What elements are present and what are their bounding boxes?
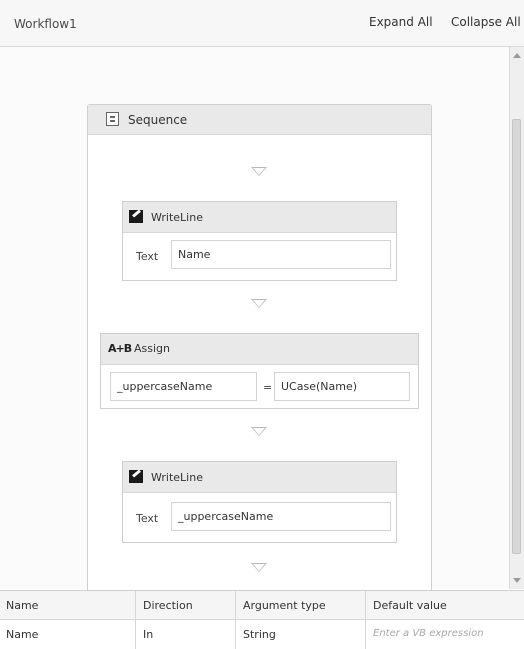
column-header-direction[interactable]: Direction: [137, 591, 235, 619]
writeline-label: WriteLine: [151, 211, 203, 224]
column-divider: [235, 591, 236, 649]
writeline-icon: [129, 210, 143, 223]
writeline-icon: [129, 470, 143, 483]
assign-label: Assign: [134, 342, 170, 355]
expand-all-button[interactable]: Expand All: [369, 15, 433, 29]
assign-icon: A+B: [108, 342, 132, 355]
writeline-label: WriteLine: [151, 471, 203, 484]
column-header-argument-type[interactable]: Argument type: [237, 591, 365, 619]
scrollbar-thumb[interactable]: [512, 119, 521, 554]
designer-header: Workflow1 Expand All Collapse All: [0, 0, 524, 47]
column-header-default-value[interactable]: Default value: [367, 591, 524, 619]
assign-to-field[interactable]: _uppercaseName: [110, 372, 257, 401]
sequence-activity[interactable]: Sequence WriteLine Text Name A+B Assign …: [87, 104, 432, 612]
sequence-header[interactable]: Sequence: [88, 105, 431, 135]
column-divider: [135, 591, 136, 649]
table-row[interactable]: Name In String Enter a VB expression: [0, 620, 524, 648]
arguments-grid: Name Direction Argument type Default val…: [0, 590, 524, 649]
scroll-up-icon[interactable]: [513, 53, 521, 58]
writeline-header[interactable]: WriteLine: [123, 462, 396, 493]
argument-name-cell[interactable]: Name: [0, 620, 134, 648]
text-label: Text: [136, 512, 159, 525]
drop-target-arrow-icon[interactable]: [251, 167, 267, 176]
sequence-label: Sequence: [128, 113, 188, 127]
assign-equals-sign: =: [263, 381, 273, 394]
writeline-header[interactable]: WriteLine: [123, 202, 396, 233]
designer-canvas: Sequence WriteLine Text Name A+B Assign …: [0, 47, 509, 612]
assign-activity[interactable]: A+B Assign _uppercaseName = UCase(Name): [100, 333, 419, 409]
collapse-all-button[interactable]: Collapse All: [451, 15, 521, 29]
argument-direction-cell[interactable]: In: [137, 620, 235, 648]
default-value-input[interactable]: Enter a VB expression: [367, 620, 524, 648]
workflow-breadcrumb[interactable]: Workflow1: [14, 17, 77, 31]
sequence-icon: [106, 112, 119, 126]
column-header-name[interactable]: Name: [0, 591, 134, 619]
text-expression-field[interactable]: Name: [171, 240, 391, 269]
drop-target-arrow-icon[interactable]: [251, 427, 267, 436]
drop-target-arrow-icon[interactable]: [251, 299, 267, 308]
writeline-activity-2[interactable]: WriteLine Text _uppercaseName: [122, 461, 397, 543]
text-label: Text: [136, 250, 159, 263]
drop-target-arrow-icon[interactable]: [251, 563, 267, 572]
scroll-down-icon[interactable]: [513, 578, 521, 583]
arguments-header-row: Name Direction Argument type Default val…: [0, 591, 524, 620]
writeline-activity-1[interactable]: WriteLine Text Name: [122, 201, 397, 281]
assign-value-field[interactable]: UCase(Name): [274, 372, 410, 401]
vertical-scrollbar[interactable]: [509, 47, 524, 589]
argument-type-cell[interactable]: String: [237, 620, 365, 648]
column-divider: [365, 591, 366, 649]
text-expression-field[interactable]: _uppercaseName: [171, 502, 391, 531]
assign-header[interactable]: A+B Assign: [101, 334, 418, 365]
